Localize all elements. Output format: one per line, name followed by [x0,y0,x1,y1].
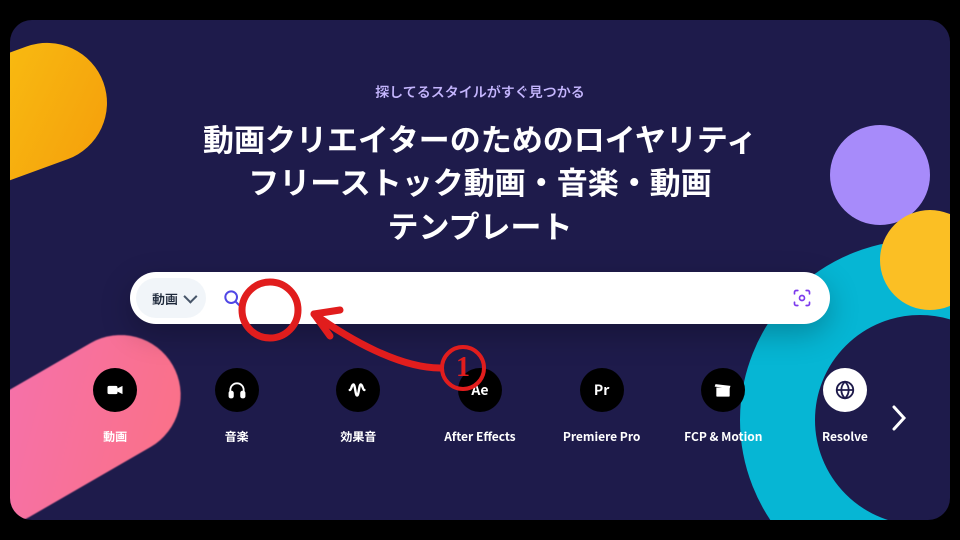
search-bar: 動画 [130,272,830,324]
search-type-label: 動画 [152,289,178,308]
chevron-right-icon [891,404,907,432]
category-sfx[interactable]: 効果音 [308,368,408,445]
hero-headline-line: 動画クリエイターのためのロイヤリティ [10,116,950,159]
hero-headline-line: テンプレート [10,203,950,246]
search-icon [222,288,242,308]
category-video[interactable]: 動画 [65,368,165,445]
category-music[interactable]: 音楽 [187,368,287,445]
headphones-icon [215,368,259,412]
scan-icon [792,288,812,308]
category-label: 動画 [65,428,165,445]
hero-headline-line: フリーストック動画・音楽・動画 [10,159,950,202]
soundwave-icon [336,368,380,412]
category-label: 効果音 [308,428,408,445]
category-label: Premiere Pro [552,428,652,445]
category-resolve[interactable]: Resolve [795,368,895,445]
chevron-down-icon [183,290,197,304]
category-row: 動画 音楽 効果音 Ae After Effects Pr Premiere [65,368,895,445]
visual-search-button[interactable] [784,280,820,316]
search-input[interactable] [252,290,784,307]
category-label: 音楽 [187,428,287,445]
clapper-icon [701,368,745,412]
category-premiere[interactable]: Pr Premiere Pro [552,368,652,445]
ae-icon: Ae [458,368,502,412]
hero-card: 探してるスタイルがすぐ見つかる 動画クリエイターのためのロイヤリティ フリースト… [10,20,950,520]
globe-icon [823,368,867,412]
pr-icon: Pr [580,368,624,412]
category-label: FCP & Motion [673,428,773,445]
category-label: After Effects [430,428,530,445]
category-after-effects[interactable]: Ae After Effects [430,368,530,445]
category-label: Resolve [795,428,895,445]
category-fcp[interactable]: FCP & Motion [673,368,773,445]
video-icon [93,368,137,412]
hero-headline: 動画クリエイターのためのロイヤリティ フリーストック動画・音楽・動画 テンプレー… [10,116,950,246]
search-type-dropdown[interactable]: 動画 [136,278,206,318]
next-arrow-button[interactable] [884,396,914,440]
hero-subtitle: 探してるスタイルがすぐ見つかる [10,82,950,102]
search-button[interactable] [212,278,252,318]
